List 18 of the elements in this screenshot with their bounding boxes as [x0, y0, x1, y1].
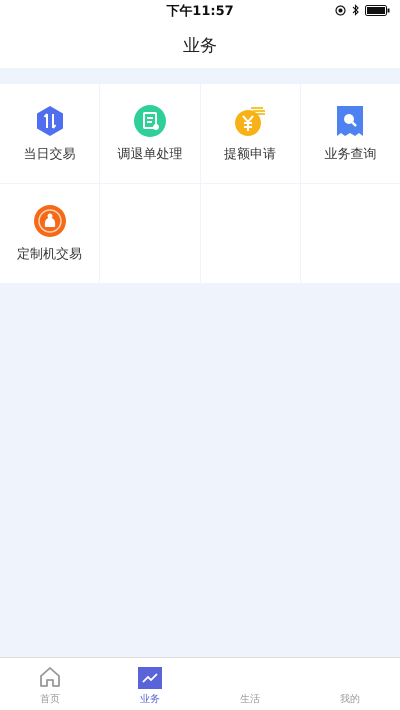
bluetooth-icon	[352, 4, 359, 16]
home-icon	[38, 665, 62, 689]
feature-tile[interactable]: 当日交易	[0, 84, 100, 183]
battery-icon	[365, 4, 390, 16]
tab-bar-item[interactable]: 业务	[100, 658, 200, 710]
feature-tile[interactable]: 业务查询	[300, 84, 400, 183]
feature-tile[interactable]: 调退单处理	[100, 84, 200, 183]
document-icon	[134, 104, 166, 136]
receipt-search-icon	[336, 104, 364, 136]
chart-icon	[138, 667, 162, 689]
page-title: 业务	[183, 34, 217, 56]
rotation-lock-icon	[335, 4, 346, 16]
status-time: 下午11:57	[166, 3, 234, 20]
money-bag-icon	[34, 204, 66, 236]
hexagon-arrows-icon	[34, 104, 65, 136]
feature-tile[interactable]: 定制机交易	[0, 184, 100, 283]
yen-coin-icon	[233, 104, 268, 136]
feature-tile[interactable]: 提额申请	[200, 84, 300, 183]
